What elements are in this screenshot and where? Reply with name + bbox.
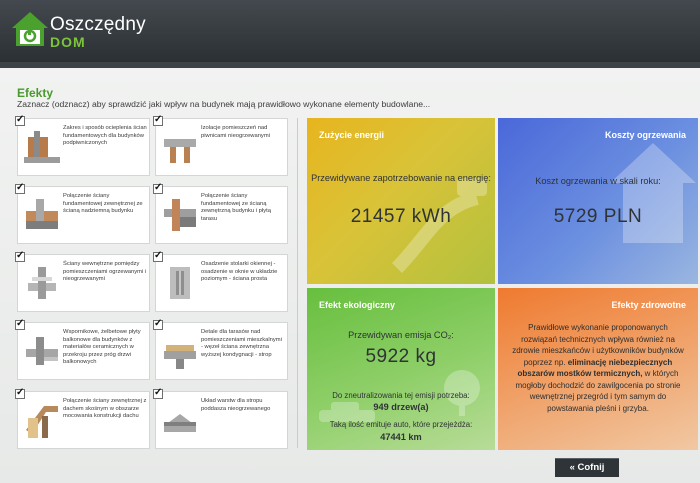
emission-value: 5922 kg <box>365 346 437 367</box>
construction-detail-thumbnail <box>26 199 58 229</box>
back-button[interactable]: « Cofnij <box>555 458 619 477</box>
page-instructions: Zaznacz (odznacz) aby sprawdzić jaki wpł… <box>17 99 431 109</box>
option-checkbox[interactable]: ✓ <box>15 182 25 194</box>
option-checkbox[interactable]: ✓ <box>153 114 163 126</box>
health-effect-panel: Efekty zdrowotne Prawidłowe wykonanie pr… <box>498 288 698 450</box>
construction-detail-thumbnail <box>24 131 60 163</box>
checkmark-icon: ✓ <box>154 387 163 398</box>
checkmark-icon: ✓ <box>154 318 163 329</box>
energy-usage-panel: Zużycie energii Przewidywane zapotrzebow… <box>307 118 495 284</box>
option-checkbox[interactable]: ✓ <box>153 318 163 330</box>
option-checkbox[interactable]: ✓ <box>15 250 25 262</box>
option-checkbox[interactable]: ✓ <box>153 182 163 194</box>
option-label: Połączenie ściany fundamentowej ze ścian… <box>201 193 271 222</box>
brand-name: Oszczędny <box>50 14 146 35</box>
checkmark-icon: ✓ <box>154 250 163 261</box>
house-logo-icon <box>12 12 48 46</box>
health-panel-title: Efekty zdrowotne <box>611 300 686 310</box>
option-item-internal-walls[interactable]: ✓ Ściany wewnętrzne pomiędzy pomieszczen… <box>15 250 150 312</box>
cars-value: 47441 km <box>380 432 422 442</box>
checkmark-icon: ✓ <box>16 387 25 398</box>
option-item-foundation-wall-joint[interactable]: ✓ Połączenie ściany fundamentowej zewnęt… <box>15 182 150 244</box>
vertical-divider <box>297 118 298 448</box>
option-item-attic-floor[interactable]: ✓ Układ warstw dla stropu poddasza nieog… <box>153 387 288 449</box>
page-title: Efekty <box>17 86 54 100</box>
option-label: Osadzenie stolarki okiennej - osadzenie … <box>201 261 278 283</box>
option-label: Wspornikowe, żelbetowe płyty balkonowe d… <box>63 329 141 366</box>
checkmark-icon: ✓ <box>16 114 25 125</box>
checkmark-icon: ✓ <box>16 182 25 193</box>
checkmark-icon: ✓ <box>16 250 25 261</box>
construction-detail-thumbnail <box>26 406 58 438</box>
option-item-basement-insulation[interactable]: ✓ Izolacje pomieszczeń nad piwnicami nie… <box>153 114 288 176</box>
construction-detail-thumbnail <box>26 337 58 365</box>
option-label: Połączenie ściany fundamentowej zewnętrz… <box>63 193 143 215</box>
construction-detail-thumbnail <box>28 267 56 299</box>
energy-panel-title: Zużycie energii <box>319 130 385 140</box>
heating-cost-panel: Koszty ogrzewania Koszt ogrzewania w ska… <box>498 118 698 284</box>
construction-detail-thumbnail <box>170 267 190 299</box>
option-label: Zakres i sposób ocieplenia ścian fundame… <box>63 125 147 147</box>
option-label: Izolacje pomieszczeń nad piwnicami nieog… <box>201 125 270 139</box>
option-item-foundation-insulation[interactable]: ✓ Zakres i sposób ocieplenia ścian funda… <box>15 114 150 176</box>
construction-detail-thumbnail <box>164 199 196 231</box>
option-label: Ściany wewnętrzne pomiędzy pomieszczenia… <box>63 261 147 283</box>
cost-value: 5729 PLN <box>553 206 643 227</box>
energy-label: Przewidywane zapotrzebowanie na energię: <box>311 173 491 183</box>
checkmark-icon: ✓ <box>154 182 163 193</box>
cost-panel-title: Koszty ogrzewania <box>604 130 686 140</box>
emission-label: Przewidywan emisja CO₂: <box>348 330 454 340</box>
option-item-terrace-details[interactable]: ✓ Detale dla tarasów nad pomieszczeniami… <box>153 318 288 380</box>
app-header: Oszczędny DOM <box>0 0 700 62</box>
construction-detail-thumbnail <box>164 414 196 432</box>
cars-label: Taką ilość emituje auto, które przejeżdż… <box>329 420 473 429</box>
cost-label: Koszt ogrzewania w skali roku: <box>535 176 661 186</box>
option-checkbox[interactable]: ✓ <box>153 387 163 399</box>
option-item-window-installation[interactable]: ✓ Osadzenie stolarki okiennej - osadzeni… <box>153 250 288 312</box>
ecological-effect-panel: Efekt ekologiczny Przewidywan emisja CO₂… <box>307 288 495 450</box>
health-description: Prawidłowe wykonanie proponowanych rozwi… <box>510 322 686 414</box>
house-icon <box>610 143 696 243</box>
option-checkbox[interactable]: ✓ <box>153 250 163 262</box>
checkmark-icon: ✓ <box>16 318 25 329</box>
trees-value: 949 drzew(a) <box>373 402 429 412</box>
option-checkbox[interactable]: ✓ <box>15 387 25 399</box>
checkmark-icon: ✓ <box>154 114 163 125</box>
option-item-terrace-joint[interactable]: ✓ Połączenie ściany fundamentowej ze ści… <box>153 182 288 244</box>
brand-subname: DOM <box>50 34 86 50</box>
option-checkbox[interactable]: ✓ <box>15 318 25 330</box>
energy-value: 21457 kWh <box>350 206 452 227</box>
option-label: Układ warstw dla stropu poddasza nieogrz… <box>201 398 271 412</box>
option-checkbox[interactable]: ✓ <box>15 114 25 126</box>
option-label: Połączenie ściany zewnętrznej z dachem s… <box>63 398 147 420</box>
construction-detail-thumbnail <box>164 345 196 369</box>
option-label: Detale dla tarasów nad pomieszczeniami m… <box>201 329 282 358</box>
construction-detail-thumbnail <box>164 139 196 163</box>
option-item-roof-wall-joint[interactable]: ✓ Połączenie ściany zewnętrznej z dachem… <box>15 387 150 449</box>
eco-panel-title: Efekt ekologiczny <box>319 300 396 310</box>
option-item-balcony-slabs[interactable]: ✓ Wspornikowe, żelbetowe płyty balkonowe… <box>15 318 150 380</box>
